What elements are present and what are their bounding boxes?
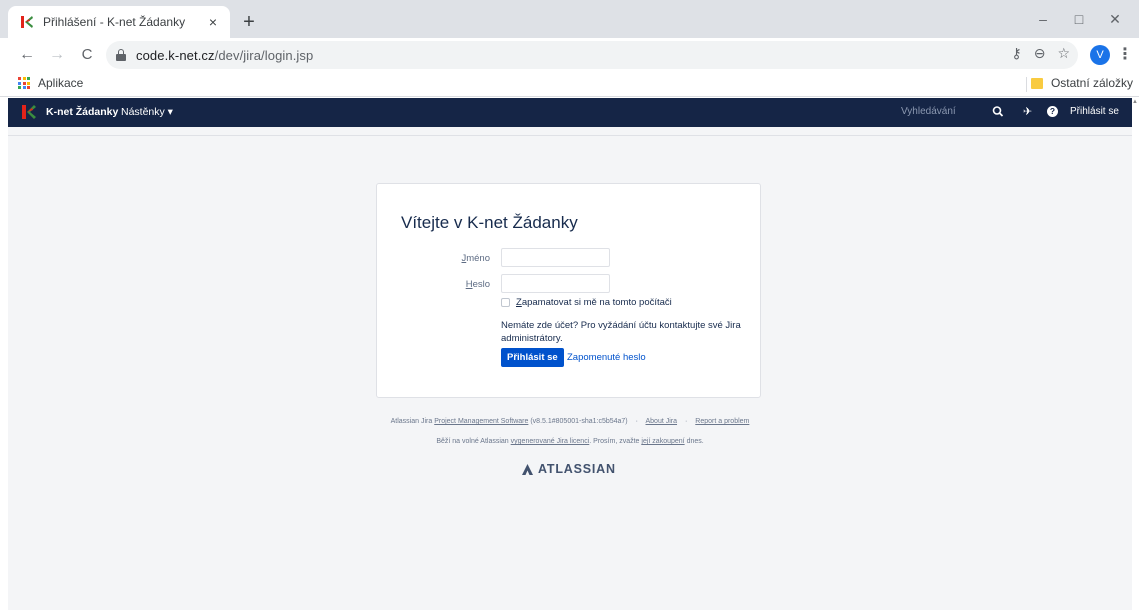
atlassian-logo[interactable]: ATLASSIAN bbox=[522, 462, 616, 476]
folder-icon bbox=[1030, 77, 1043, 89]
k-net-logo-icon[interactable] bbox=[22, 104, 36, 120]
reload-icon[interactable]: C bbox=[76, 44, 98, 66]
footer-pm-software-link[interactable]: Project Management Software bbox=[434, 418, 528, 425]
browser-toolbar: ← → C code.k-net.cz/dev/jira/login.jsp ⚷… bbox=[0, 38, 1139, 72]
forward-icon[interactable]: → bbox=[46, 44, 68, 66]
no-account-info: Nemáte zde účet? Pro vyžádání účtu konta… bbox=[501, 320, 741, 344]
login-card: Vítejte v K-net Žádanky Jméno Heslo Zapa… bbox=[376, 183, 761, 398]
dashboards-menu[interactable]: Nástěnky ▾ bbox=[121, 106, 173, 118]
new-tab-button[interactable]: + bbox=[238, 11, 260, 33]
bookmarks-divider bbox=[1026, 77, 1027, 92]
minimize-icon[interactable]: – bbox=[1025, 8, 1061, 30]
remember-me-checkbox[interactable] bbox=[501, 298, 510, 307]
bookmark-apps[interactable]: Aplikace bbox=[18, 76, 83, 90]
bookmark-apps-label: Aplikace bbox=[38, 76, 84, 90]
browser-tab[interactable]: Přihlášení - K-net Žádanky × bbox=[8, 6, 230, 38]
atlassian-mark-icon bbox=[522, 463, 533, 475]
remember-me[interactable]: Zapamatovat si mě na tomto počítači bbox=[501, 297, 672, 308]
browser-window: Přihlášení - K-net Žádanky × + – □ ✕ ← →… bbox=[0, 0, 1139, 610]
zoom-icon[interactable]: ⊖ bbox=[1034, 45, 1046, 62]
scrollbar-up-arrow[interactable]: ▲ bbox=[1132, 99, 1138, 105]
password-field[interactable] bbox=[501, 274, 610, 293]
footer-purchase-link[interactable]: její zakoupení bbox=[641, 438, 684, 445]
bookmarks-bar: Aplikace Ostatní záložky bbox=[0, 72, 1139, 97]
bookmark-other-label: Ostatní záložky bbox=[1050, 76, 1133, 90]
tab-title: Přihlášení - K-net Žádanky bbox=[43, 15, 186, 29]
footer-about-jira-link[interactable]: About Jira bbox=[646, 418, 678, 425]
footer-report-problem-link[interactable]: Report a problem bbox=[695, 418, 749, 425]
footer-line-1: Atlassian Jira Project Management Softwa… bbox=[390, 418, 750, 425]
lock-icon bbox=[116, 49, 126, 61]
browser-menu-icon[interactable]: ⋮ bbox=[1117, 44, 1133, 66]
megaphone-icon[interactable]: ✈ bbox=[1023, 105, 1032, 118]
username-field[interactable] bbox=[501, 248, 610, 267]
page-content: Vítejte v K-net Žádanky Jméno Heslo Zapa… bbox=[8, 127, 1132, 610]
profile-avatar[interactable]: V bbox=[1090, 45, 1110, 65]
close-window-icon[interactable]: ✕ bbox=[1097, 8, 1133, 30]
apps-grid-icon bbox=[18, 77, 30, 89]
tab-strip: Přihlášení - K-net Žádanky × + – □ ✕ bbox=[0, 0, 1139, 38]
url-text: code.k-net.cz/dev/jira/login.jsp bbox=[136, 47, 314, 63]
help-icon[interactable]: ? bbox=[1047, 106, 1058, 117]
header-login-link[interactable]: Přihlásit se bbox=[1070, 106, 1119, 117]
star-icon[interactable]: ☆ bbox=[1057, 45, 1070, 62]
footer-line-2: Běží na volné Atlassian vygenerované Jir… bbox=[436, 438, 704, 445]
search-icon[interactable] bbox=[992, 105, 1004, 119]
k-net-logo-icon bbox=[21, 16, 33, 28]
remember-me-label: Zapamatovat si mě na tomto počítači bbox=[516, 297, 672, 308]
jira-header: K-net Žádanky Nástěnky ▾ Vyhledávání ✈ ?… bbox=[8, 98, 1132, 127]
footer-license-link[interactable]: vygenerované Jira licenci bbox=[511, 438, 590, 445]
close-tab-icon[interactable]: × bbox=[204, 13, 222, 31]
password-label: Heslo bbox=[465, 279, 490, 290]
key-icon[interactable]: ⚷ bbox=[1011, 45, 1021, 62]
address-bar[interactable]: code.k-net.cz/dev/jira/login.jsp ⚷ ⊖ ☆ bbox=[106, 41, 1078, 69]
forgot-password-link[interactable]: Zapomenuté heslo bbox=[567, 352, 646, 363]
username-label: Jméno bbox=[461, 253, 490, 264]
jira-brand-link[interactable]: K-net Žádanky bbox=[46, 106, 118, 118]
login-button[interactable]: Přihlásit se bbox=[501, 348, 564, 367]
divider bbox=[8, 135, 1132, 136]
back-icon[interactable]: ← bbox=[16, 44, 38, 66]
bookmark-other[interactable]: Ostatní záložky bbox=[1030, 76, 1133, 90]
login-title: Vítejte v K-net Žádanky bbox=[401, 213, 578, 232]
search-input[interactable]: Vyhledávání bbox=[901, 106, 956, 117]
maximize-icon[interactable]: □ bbox=[1061, 8, 1097, 30]
